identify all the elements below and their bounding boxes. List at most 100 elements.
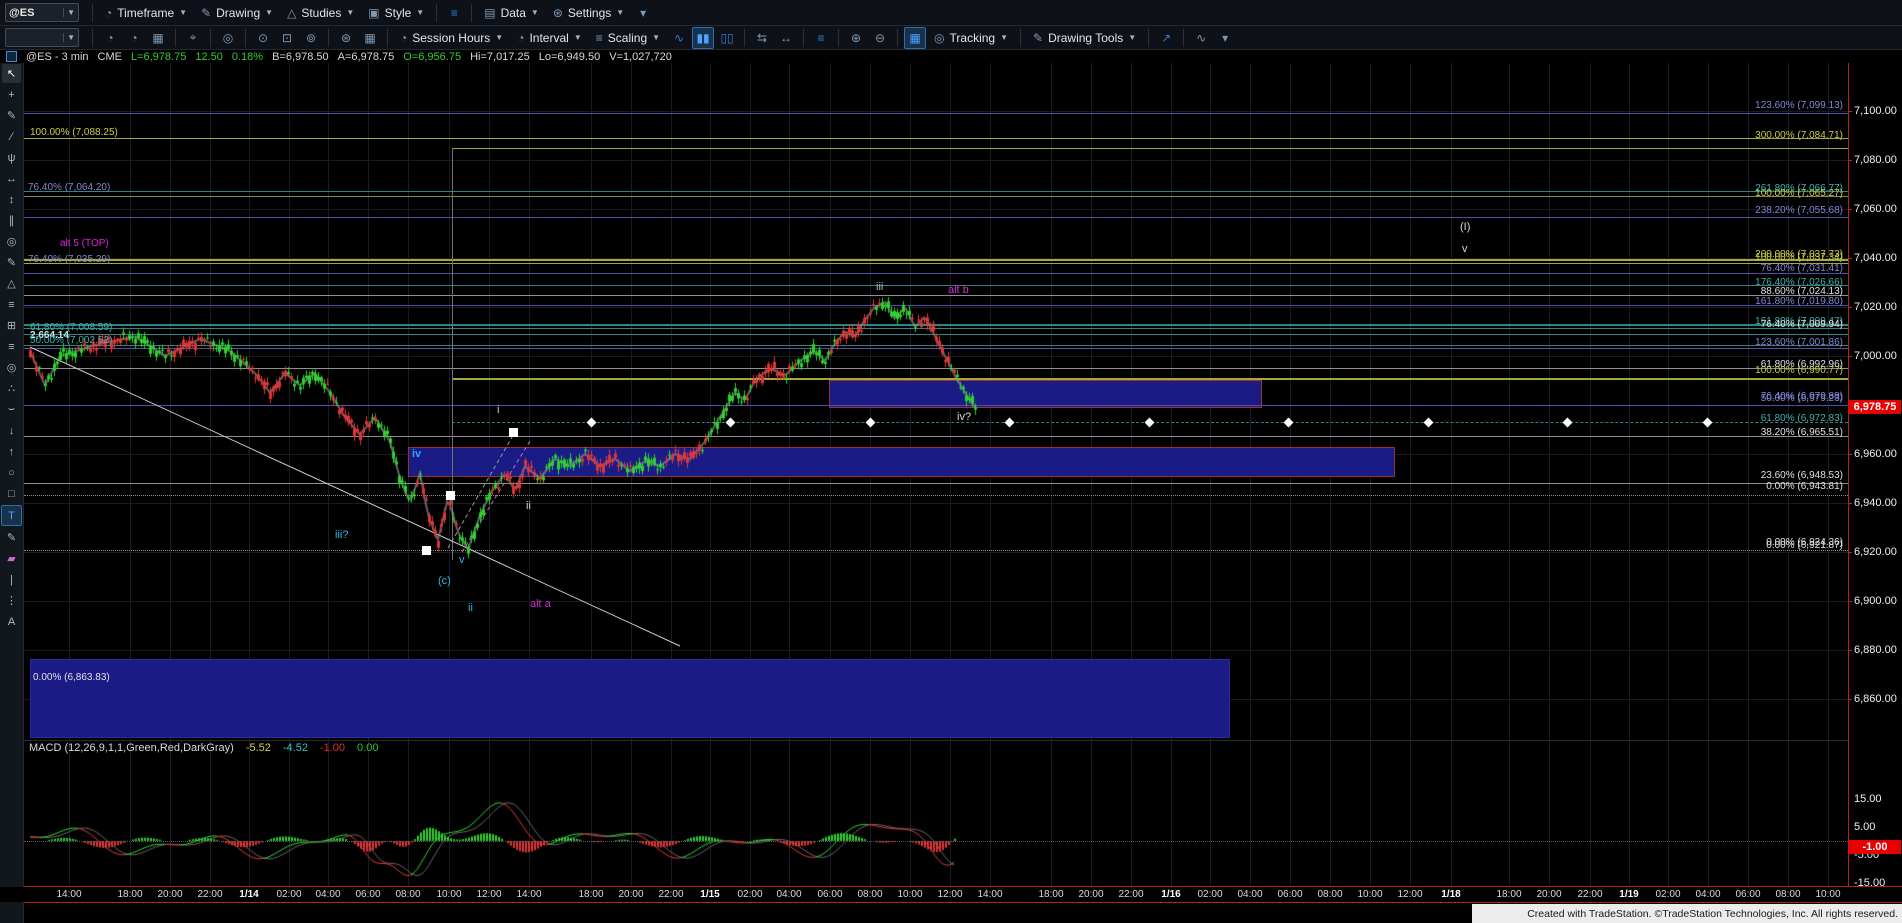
chart-legend-icon[interactable] — [6, 51, 17, 62]
layout-button[interactable]: ≡ — [443, 2, 465, 24]
menu-lines-icon[interactable]: ≡ — [2, 337, 21, 356]
settings-menu[interactable]: ⊛Settings▼ — [546, 0, 631, 25]
note-style-icon[interactable]: ∿ — [668, 27, 690, 49]
more-tools-icon[interactable]: ⋮ — [2, 591, 21, 610]
time-tick: 22:00 — [1577, 889, 1602, 900]
pencil2-icon[interactable]: ✎ — [2, 528, 21, 547]
fib-grid-icon[interactable]: ⊞ — [2, 316, 21, 335]
divider — [838, 29, 839, 47]
date-tick: 1/19 — [1619, 889, 1638, 900]
restore-session-icon[interactable]: ◔ — [99, 27, 121, 49]
parallel-lines-icon[interactable]: ∥ — [2, 211, 21, 230]
arrow-down-icon[interactable]: ↓ — [2, 421, 21, 440]
session-hours-menu[interactable]: ◔Session Hours▼ — [393, 26, 510, 49]
drawing-anchor-handle[interactable] — [446, 491, 455, 500]
zoom-data-icon[interactable]: ⌖ — [182, 27, 204, 49]
vertical-extend-icon[interactable]: ↕ — [2, 190, 21, 209]
interval-menu[interactable]: ◔Interval▼ — [510, 26, 589, 49]
hollow-candle-icon[interactable]: ▯▯ — [716, 27, 738, 49]
scaling-menu[interactable]: ≡Scaling▼ — [589, 26, 667, 49]
text-tool-icon[interactable]: T — [1, 505, 22, 526]
pencil-icon[interactable]: ✎ — [2, 106, 21, 125]
wave-annotation: ii — [526, 500, 531, 512]
time-tick: 06:00 — [1277, 889, 1302, 900]
grid-icon[interactable]: ▦ — [904, 27, 926, 49]
compass-icon[interactable]: ◎ — [2, 232, 21, 251]
small-caret-icon[interactable]: ▾ — [1214, 27, 1236, 49]
calendar-icon[interactable]: ▦ — [359, 27, 381, 49]
triangle-icon[interactable]: △ — [2, 274, 21, 293]
ellipse-icon[interactable]: ○ — [2, 463, 21, 482]
time-axis[interactable]: 14:0018:0020:0022:001/1402:0004:0006:000… — [0, 887, 1902, 902]
stacked-panels-icon[interactable]: ≡ — [810, 27, 832, 49]
curve-icon[interactable]: ⌣ — [2, 400, 21, 419]
time-tick: 08:00 — [1317, 889, 1342, 900]
trendline-icon[interactable]: ∕ — [2, 127, 21, 146]
bar-expand-icon[interactable]: ↔ — [775, 27, 797, 49]
horizontal-extend-icon[interactable]: ↔ — [2, 169, 21, 188]
style-menu[interactable]: ▣Style▼ — [361, 0, 431, 25]
anchor-icon[interactable]: ⊚ — [300, 27, 322, 49]
chart-header: @ES - 3 minCMEL=6,978.7512.500.18%B=6,97… — [0, 50, 1902, 63]
date-tick: 1/18 — [1441, 889, 1460, 900]
target-tool-icon[interactable]: ◎ — [2, 358, 21, 377]
zoom-in-icon[interactable]: ⊕ — [845, 27, 867, 49]
credit-text: Created with TradeStation. ©TradeStation… — [1527, 908, 1898, 920]
zoom-out-icon[interactable]: ⊖ — [869, 27, 891, 49]
divider — [897, 29, 898, 47]
pitchfork-icon[interactable]: ψ — [2, 148, 21, 167]
timer-icon[interactable]: ◔ — [123, 27, 145, 49]
bars-icon[interactable]: ≡ — [2, 295, 21, 314]
chart-arrow-icon[interactable]: ↗ — [1155, 27, 1177, 49]
tracking-menu[interactable]: ◎Tracking▼ — [927, 26, 1015, 49]
drawing-toolbar: ↖ + ✎ ∕ ψ ↔ ↕ ∥ ◎ ✎ △ ≡ ⊞ ≡ ◎ ∴ ⌣ ↓ ↑ ○ □ T ✎ ▰ | ⋮ A — [0, 63, 24, 923]
chart-plot-area[interactable]: 100.00% (7,088.25)76.40% (7,064.20)alt 5… — [24, 63, 1848, 902]
symbol-combobox[interactable]: @ES ▼ — [5, 3, 79, 22]
candlestick-style-icon[interactable]: ▮▮ — [692, 27, 714, 49]
more-caret[interactable]: ▾ — [632, 2, 654, 24]
notes-icon[interactable]: ▦ — [147, 27, 169, 49]
timeframe-menu[interactable]: ◔Timeframe▼ — [98, 0, 194, 25]
time-tick: 20:00 — [618, 889, 643, 900]
studies-menu[interactable]: △Studies▼ — [280, 0, 361, 25]
drawing-tools-menu[interactable]: ✎Drawing Tools▼ — [1026, 26, 1143, 49]
fib-label: 0.00% (6,943.81) — [1766, 481, 1843, 492]
annotation-icon[interactable]: ✎ — [2, 253, 21, 272]
fib-label: 50.00% (7,002.52) — [30, 335, 112, 346]
link-chart-icon[interactable]: ⊙ — [252, 27, 274, 49]
time-tick: 10:00 — [1357, 889, 1382, 900]
gear-number-icon[interactable]: ⊛ — [335, 27, 357, 49]
time-tick: 10:00 — [897, 889, 922, 900]
fib-label: 38.20% (6,965.51) — [1761, 427, 1843, 438]
header-field-2: L=6,978.75 — [131, 51, 186, 63]
eraser-icon[interactable]: ▰ — [2, 549, 21, 568]
target-icon[interactable]: ◎ — [217, 27, 239, 49]
time-tick: 06:00 — [817, 889, 842, 900]
price-axis[interactable]: 7,100.007,080.007,060.007,040.007,020.00… — [1848, 63, 1902, 902]
text-a-icon[interactable]: A — [2, 612, 21, 631]
pen-icon: ✎ — [1033, 31, 1043, 45]
panel-divider[interactable] — [24, 740, 1848, 741]
data-menu[interactable]: ▤Data▼ — [477, 0, 546, 25]
fib-label: 0.00% (6,921.87) — [1766, 540, 1843, 551]
window-chart-icon[interactable]: ⊡ — [276, 27, 298, 49]
pointer-icon[interactable]: ↖ — [2, 64, 21, 83]
drawing-menu[interactable]: ✎Drawing▼ — [194, 0, 280, 25]
drawing-anchor-handle[interactable] — [509, 428, 518, 437]
vline-icon[interactable]: | — [2, 570, 21, 589]
fib-label: 61.80% (6,972.83) — [1761, 413, 1843, 424]
macd-indicator-label[interactable]: MACD (12,26,9,1,1,Green,Red,DarkGray) -5… — [29, 742, 378, 754]
divider — [92, 4, 93, 22]
time-tick: 02:00 — [737, 889, 762, 900]
studies-menu-label: Studies — [301, 6, 341, 20]
secondary-combobox[interactable]: ▼ — [5, 28, 79, 47]
dots-icon[interactable]: ∴ — [2, 379, 21, 398]
crosshair-icon[interactable]: + — [2, 85, 21, 104]
arrow-up-icon[interactable]: ↑ — [2, 442, 21, 461]
wave-icon[interactable]: ∿ — [1190, 27, 1212, 49]
bar-compress-icon[interactable]: ⇆ — [751, 27, 773, 49]
interval-menu-label: Interval — [529, 31, 568, 45]
drawing-anchor-handle[interactable] — [422, 546, 431, 555]
fib-label: 0.00% (6,863.83) — [33, 672, 110, 683]
rectangle-icon[interactable]: □ — [2, 484, 21, 503]
